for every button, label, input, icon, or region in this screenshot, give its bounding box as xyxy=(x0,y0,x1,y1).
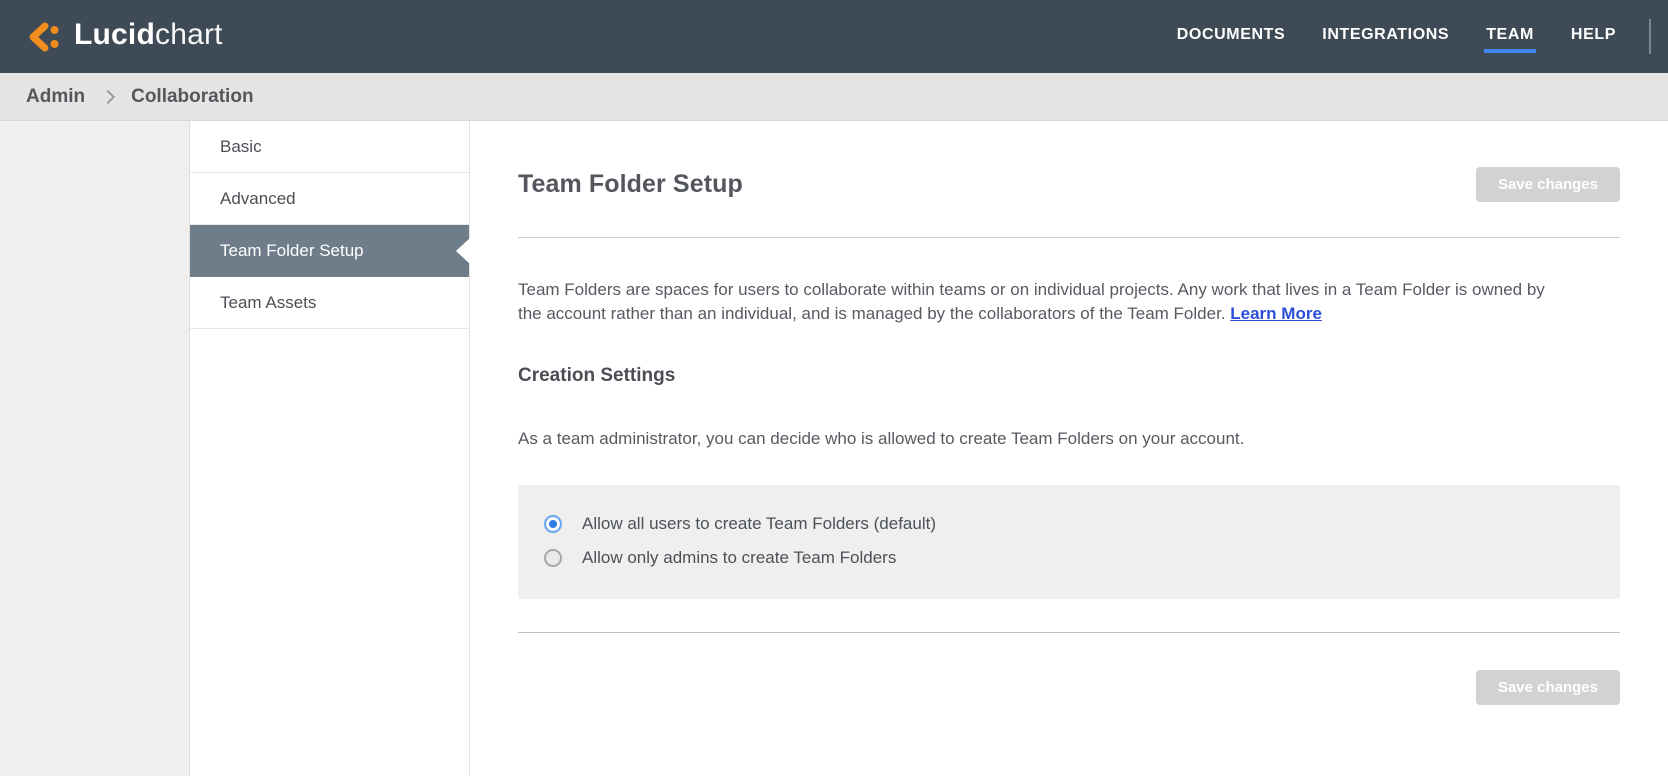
nav-integrations[interactable]: INTEGRATIONS xyxy=(1322,20,1449,53)
nav-divider xyxy=(1649,19,1651,54)
radio-unselected-icon[interactable] xyxy=(544,549,562,567)
creation-settings-description: As a team administrator, you can decide … xyxy=(518,429,1245,448)
main-content: Team Folder Setup Save changes Team Fold… xyxy=(470,121,1668,776)
nav-documents[interactable]: DOCUMENTS xyxy=(1177,20,1286,53)
lucidchart-logo-text: Lucidchart xyxy=(74,17,223,51)
menu-item-basic[interactable]: Basic xyxy=(190,121,469,173)
creation-settings-options: Allow all users to create Team Folders (… xyxy=(518,485,1620,599)
chevron-right-icon xyxy=(101,89,116,104)
settings-menu: Basic Advanced Team Folder Setup Team As… xyxy=(190,121,470,776)
nav-help[interactable]: HELP xyxy=(1571,20,1616,53)
radio-selected-icon[interactable] xyxy=(544,515,562,533)
top-navbar: Lucidchart DOCUMENTS INTEGRATIONS TEAM H… xyxy=(0,0,1668,73)
breadcrumb-collaboration: Collaboration xyxy=(131,85,254,107)
breadcrumb: Admin Collaboration xyxy=(0,73,1668,121)
intro-text-body: Team Folders are spaces for users to col… xyxy=(518,280,1545,323)
lucidchart-logo[interactable]: Lucidchart xyxy=(26,19,223,55)
radio-option-label: Allow only admins to create Team Folders xyxy=(582,548,897,567)
radio-option-allow-all-users[interactable]: Allow all users to create Team Folders (… xyxy=(544,507,1600,541)
save-changes-button-top[interactable]: Save changes xyxy=(1475,167,1620,202)
menu-item-team-assets[interactable]: Team Assets xyxy=(190,277,469,329)
page-body: Basic Advanced Team Folder Setup Team As… xyxy=(0,121,1668,776)
page-title: Team Folder Setup xyxy=(518,170,743,198)
primary-nav: DOCUMENTS INTEGRATIONS TEAM HELP xyxy=(1140,19,1651,54)
menu-item-team-folder-setup[interactable]: Team Folder Setup xyxy=(190,225,469,277)
top-divider xyxy=(518,237,1620,238)
breadcrumb-admin[interactable]: Admin xyxy=(26,86,85,108)
radio-option-allow-only-admins[interactable]: Allow only admins to create Team Folders xyxy=(544,541,1600,575)
lucidchart-logo-icon xyxy=(29,22,59,51)
bottom-divider xyxy=(518,632,1620,633)
menu-item-advanced[interactable]: Advanced xyxy=(190,173,469,225)
creation-settings-heading: Creation Settings xyxy=(518,365,676,386)
left-gutter xyxy=(0,121,190,776)
save-changes-button-bottom[interactable]: Save changes xyxy=(1475,670,1620,705)
learn-more-link[interactable]: Learn More xyxy=(1230,304,1322,323)
radio-option-label: Allow all users to create Team Folders (… xyxy=(582,514,937,533)
intro-text: Team Folders are spaces for users to col… xyxy=(518,278,1549,326)
nav-team[interactable]: TEAM xyxy=(1484,20,1536,53)
